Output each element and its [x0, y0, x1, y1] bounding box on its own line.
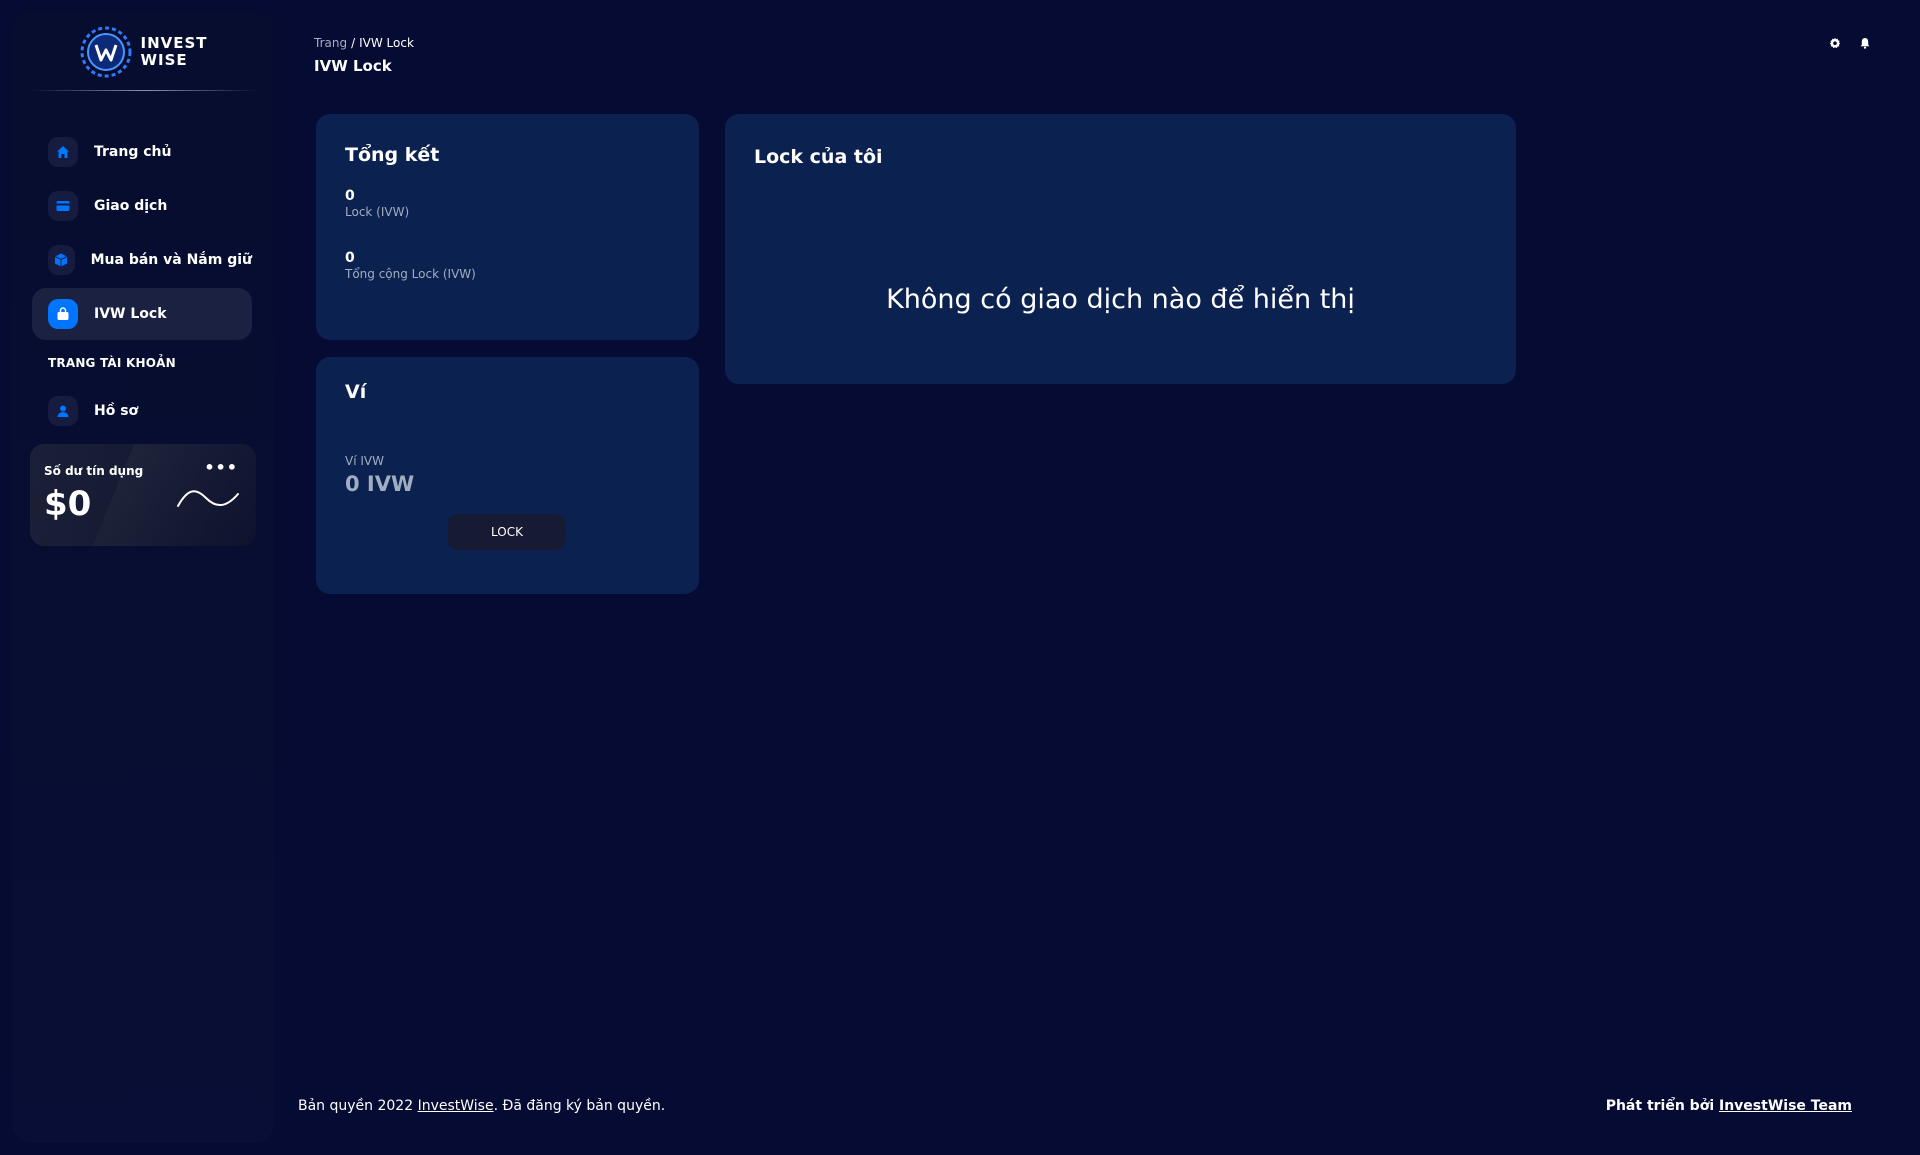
sidebar-item-label: IVW Lock [94, 306, 167, 322]
lock-bag-icon [48, 299, 78, 329]
header-actions [1828, 36, 1872, 50]
credit-card-icon [48, 191, 78, 221]
breadcrumb-current: IVW Lock [359, 36, 414, 50]
credit-amount: $0 [44, 484, 92, 524]
sidebar-item-label: Hồ sơ [94, 403, 139, 419]
account-section-title: TRANG TÀI KHOẢN [48, 356, 176, 370]
credit-balance-card: Số dư tín dụng $0 ••• [30, 444, 256, 546]
sidebar-item-label: Giao dịch [94, 198, 168, 214]
brand-line-2: WISE [140, 51, 188, 69]
copyright-suffix: . Đã đăng ký bản quyền. [493, 1098, 666, 1114]
credit-title: Số dư tín dụng [44, 464, 144, 478]
wallet-label: Ví IVW [345, 454, 384, 468]
footer-credits: Phát triển bởi InvestWise Team [1606, 1098, 1852, 1114]
empty-state-message: Không có giao dịch nào để hiển thị [886, 284, 1355, 315]
brand-divider [32, 90, 258, 91]
total-lock-label: Tổng cộng Lock (IVW) [345, 267, 476, 281]
sidebar-item-transactions[interactable]: Giao dịch [32, 180, 252, 232]
my-lock-title: Lock của tôi [754, 146, 883, 168]
summary-title: Tổng kết [345, 144, 440, 166]
brand-name: INVEST WISE [140, 35, 207, 69]
wallet-balance: 0 IVW [345, 472, 415, 496]
summary-card: Tổng kết 0 Lock (IVW) 0 Tổng cộng Lock (… [316, 114, 699, 340]
sidebar-item-profile[interactable]: Hồ sơ [32, 385, 252, 437]
lock-label: Lock (IVW) [345, 205, 410, 219]
breadcrumb-separator: / [351, 36, 356, 50]
credits-prefix: Phát triển bởi [1605, 1098, 1719, 1114]
copyright-prefix: Bản quyền 2022 [298, 1098, 418, 1114]
breadcrumb-root[interactable]: Trang [314, 36, 347, 50]
investwise-team-link[interactable]: InvestWise Team [1719, 1098, 1852, 1114]
sidebar-item-home[interactable]: Trang chủ [32, 126, 252, 178]
wallet-card: Ví Ví IVW 0 IVW LOCK [316, 357, 699, 594]
page-title: IVW Lock [314, 57, 392, 75]
wallet-title: Ví [345, 381, 367, 403]
my-lock-card: Lock của tôi Không có giao dịch nào để h… [725, 114, 1516, 384]
person-icon [48, 396, 78, 426]
gear-icon[interactable] [1828, 36, 1842, 50]
investwise-link[interactable]: InvestWise [418, 1098, 494, 1114]
footer-copyright: Bản quyền 2022 InvestWise. Đã đăng ký bả… [298, 1098, 665, 1114]
lock-value: 0 [345, 188, 355, 204]
sidebar-item-label: Trang chủ [94, 144, 172, 160]
total-lock-value: 0 [345, 250, 355, 266]
sidebar-item-trading[interactable]: Mua bán và Nắm giữ [32, 234, 252, 286]
wave-icon [177, 490, 239, 507]
lock-button[interactable]: LOCK [448, 514, 566, 550]
breadcrumb: Trang / IVW Lock [314, 36, 414, 50]
sidebar-item-ivw-lock[interactable]: IVW Lock [32, 288, 252, 340]
sidebar: INVEST WISE Trang chủ Giao dịch Mua bán … [12, 12, 274, 1143]
cube-icon [48, 245, 75, 275]
bell-icon[interactable] [1858, 36, 1872, 50]
invest-wise-logo-icon [80, 26, 132, 78]
brand-line-1: INVEST [140, 34, 208, 52]
brand[interactable]: INVEST WISE [12, 12, 274, 92]
home-icon [48, 137, 78, 167]
more-options-icon[interactable]: ••• [204, 458, 238, 477]
sidebar-item-label: Mua bán và Nắm giữ [90, 252, 252, 268]
